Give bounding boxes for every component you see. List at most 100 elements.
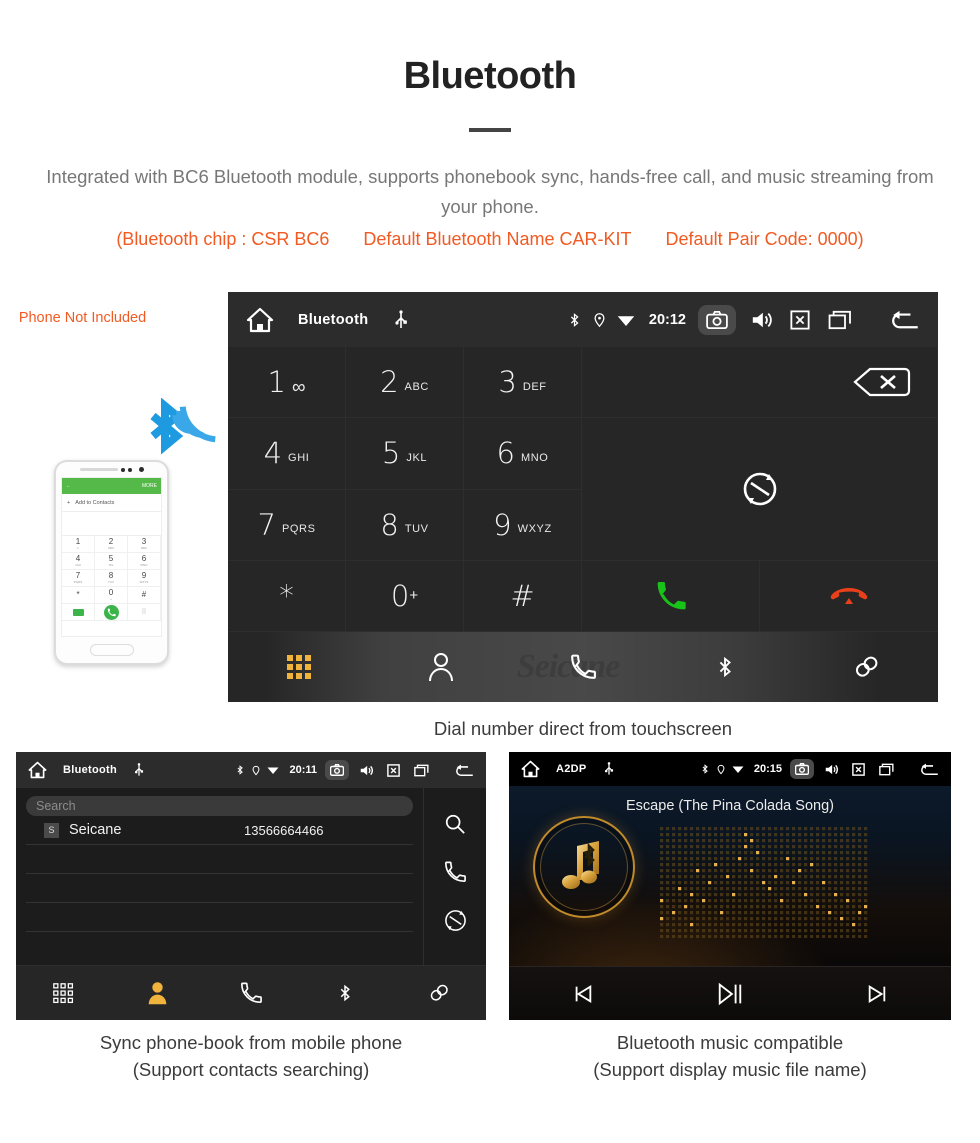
album-art	[533, 816, 635, 918]
phone-home-button	[89, 643, 134, 656]
key-digit: 7	[257, 507, 276, 542]
close-box-icon[interactable]	[383, 762, 404, 779]
camera-icon[interactable]	[790, 759, 814, 779]
dialpad-key-1[interactable]: 1 ∞	[228, 347, 346, 419]
contact-number: 13566664466	[244, 822, 324, 838]
tab-pair-link[interactable]	[796, 652, 938, 682]
search-icon[interactable]	[444, 813, 466, 840]
keypad-icon	[287, 655, 311, 679]
close-box-icon[interactable]	[848, 761, 869, 778]
hangup-button[interactable]	[760, 560, 938, 632]
camera-icon[interactable]	[698, 304, 736, 335]
dialpad-key-6[interactable]: 6 MNO	[464, 418, 582, 490]
home-icon[interactable]	[28, 761, 47, 779]
call-actions	[582, 560, 938, 632]
phone-key: 3 DEF	[128, 536, 161, 553]
home-icon[interactable]	[521, 760, 540, 778]
phone-more-label: MORE	[142, 483, 157, 489]
music-statusbar: A2DP 20:15	[509, 752, 951, 786]
phonebook-caption-line2: (Support contacts searching)	[132, 1058, 370, 1080]
wifi-icon	[267, 767, 279, 774]
spec-chip: (Bluetooth chip : CSR BC6	[116, 229, 330, 250]
next-track-button[interactable]	[804, 983, 951, 1005]
call-answer-icon	[103, 604, 119, 620]
back-arrow-icon[interactable]	[451, 762, 478, 779]
location-pin-icon	[717, 764, 725, 774]
phone-key: 8 TUV	[95, 570, 128, 587]
contact-name: Seicane	[69, 822, 122, 838]
sync-icon[interactable]	[444, 909, 467, 937]
phonebook-statusbar: Bluetooth 20:11	[16, 752, 486, 788]
plus-icon: +	[67, 499, 71, 506]
phone-back-icon: ←	[66, 483, 71, 489]
search-input[interactable]: Search	[26, 796, 413, 816]
music-clock: 20:15	[753, 763, 782, 775]
music-screen: A2DP 20:15 Escape (The Pina Colada Song)	[509, 752, 951, 1020]
volume-icon[interactable]	[820, 761, 842, 778]
volume-icon[interactable]	[355, 762, 377, 779]
camera-icon[interactable]	[325, 760, 349, 780]
dialpad-key-hash[interactable]: #	[464, 560, 582, 632]
tab-contacts[interactable]	[110, 981, 204, 1005]
call-button[interactable]	[582, 560, 760, 632]
location-pin-icon	[253, 765, 260, 775]
dialpad-key-3[interactable]: 3 DEF	[464, 347, 582, 419]
key-letters: PQRS	[281, 523, 316, 536]
tab-keypad[interactable]	[228, 654, 370, 680]
key-letters: MNO	[520, 451, 549, 464]
dialpad-key-4[interactable]: 4 GHI	[228, 418, 346, 490]
home-icon[interactable]	[246, 307, 274, 333]
tab-pair-link[interactable]	[392, 981, 486, 1005]
contact-row[interactable]: S Seicane 13566664466	[26, 816, 413, 845]
play-pause-button[interactable]	[656, 981, 803, 1007]
phone-key: 9 WXYZ	[128, 570, 161, 587]
dialer-title: Bluetooth	[298, 311, 369, 328]
dialpad-key-star[interactable]: *	[228, 560, 346, 632]
phone-handset-icon	[241, 982, 262, 1003]
back-arrow-icon[interactable]	[916, 761, 943, 778]
tab-call-log[interactable]	[512, 652, 654, 682]
dialpad-key-7[interactable]: 7 PQRS	[228, 489, 346, 561]
page-title: Bluetooth	[403, 55, 577, 97]
link-chain-icon	[430, 984, 448, 1001]
tab-call-log[interactable]	[204, 981, 298, 1005]
wifi-icon	[732, 766, 744, 773]
key-digit: 9	[493, 507, 512, 542]
volume-icon[interactable]	[746, 308, 776, 332]
phone-add-label: Add to Contacts	[75, 499, 115, 506]
dialpad-key-9[interactable]: 9 WXYZ	[464, 489, 582, 561]
tab-bluetooth[interactable]	[654, 652, 796, 682]
recent-apps-icon[interactable]	[824, 308, 856, 332]
dialer-keypad: 1 ∞ 2 ABC 3 DEF 4 GHI 5 JKL 6 MNO 7 PQRS…	[228, 347, 938, 632]
location-pin-icon	[594, 312, 605, 327]
dialpad-key-2[interactable]: 2 ABC	[346, 347, 464, 419]
previous-track-button[interactable]	[509, 983, 656, 1005]
dialpad-key-5[interactable]: 5 JKL	[346, 418, 464, 490]
music-title: A2DP	[556, 763, 587, 775]
close-box-icon[interactable]	[786, 308, 814, 332]
music-controls	[509, 966, 951, 1020]
phone-handset-icon[interactable]	[444, 861, 466, 888]
phone-key: *	[62, 587, 95, 604]
key-letters: TUV	[404, 523, 429, 536]
recent-apps-icon[interactable]	[410, 762, 433, 779]
tab-bluetooth[interactable]	[298, 981, 392, 1005]
contact-person-icon	[429, 653, 453, 682]
tab-contacts[interactable]	[370, 652, 512, 682]
audio-transfer-button[interactable]	[582, 418, 938, 561]
back-arrow-icon[interactable]	[886, 308, 924, 332]
phone-key: 7 PQRS	[62, 570, 95, 587]
key-letters: ABC	[404, 380, 429, 393]
key-letters: DEF	[522, 380, 547, 393]
title-divider	[469, 128, 511, 132]
smartphone-mockup: ← MORE + Add to Contacts 1 ∞ 2 ABC 3 DEF 4G…	[54, 460, 169, 665]
backspace-button[interactable]	[582, 347, 938, 419]
dialpad-key-0[interactable]: 0 +	[346, 560, 464, 632]
voicemail-icon: ∞	[291, 377, 306, 399]
phone-earpiece	[56, 462, 167, 477]
tab-keypad[interactable]	[16, 982, 110, 1004]
phone-key: 1 ∞	[62, 536, 95, 553]
recent-apps-icon[interactable]	[875, 761, 898, 778]
dialpad-key-8[interactable]: 8 TUV	[346, 489, 464, 561]
spec-name: Default Bluetooth Name CAR-KIT	[363, 229, 632, 250]
